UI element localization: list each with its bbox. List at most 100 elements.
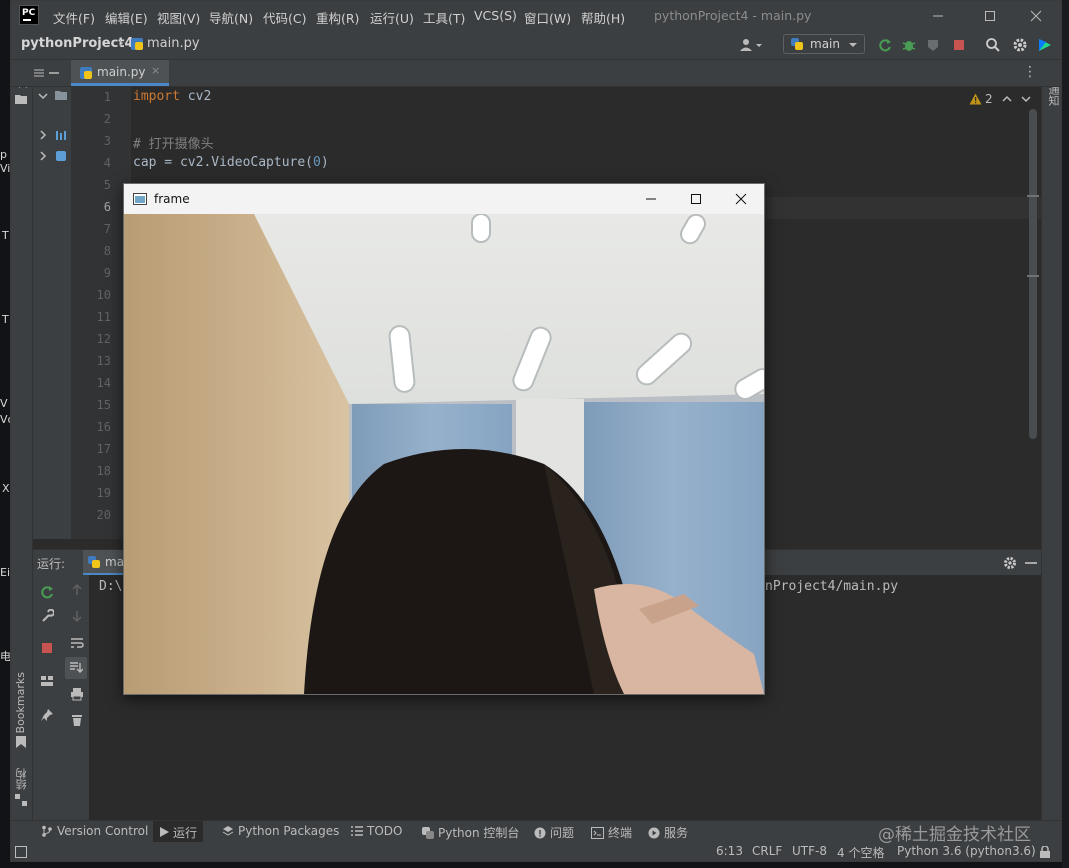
run-config-selector[interactable]: main — [783, 34, 865, 54]
scroll-marker — [1027, 275, 1039, 277]
line-number: 20 — [96, 508, 111, 522]
line-number: 1 — [103, 90, 111, 104]
console-output-start: D:\ — [99, 579, 123, 594]
notifications-tool-label[interactable]: 通知 — [1045, 84, 1061, 106]
menu-window[interactable]: 窗口(W) — [524, 8, 571, 27]
desktop-edge-text: p — [0, 148, 7, 161]
debug-button[interactable] — [901, 37, 917, 53]
line-number: 17 — [96, 442, 111, 456]
rerun-button[interactable] — [877, 37, 893, 53]
menu-lines-icon[interactable] — [34, 68, 44, 78]
minimize-icon — [646, 198, 656, 200]
toggle-tool-windows-icon[interactable] — [15, 846, 27, 858]
python-file-icon — [130, 37, 144, 51]
search-icon — [986, 38, 1000, 52]
menu-code[interactable]: 代码(C) — [263, 8, 306, 27]
menu-vcs[interactable]: VCS(S) — [474, 8, 517, 23]
desktop-edge-text: T — [2, 229, 9, 242]
chevron-right-icon[interactable] — [38, 151, 48, 161]
close-tab-icon[interactable]: × — [151, 64, 160, 77]
tool-problems[interactable]: 问题 — [534, 824, 574, 841]
tool-python-packages[interactable]: Python Packages — [222, 824, 339, 838]
stop-button[interactable] — [951, 37, 967, 53]
caret-position[interactable]: 6:13 — [716, 844, 743, 858]
more-options-icon[interactable]: ⋮ — [1023, 64, 1037, 80]
plugin-logo[interactable] — [1037, 37, 1053, 53]
branch-icon — [42, 825, 52, 837]
scroll-to-end-button[interactable] — [65, 657, 87, 679]
settings-button[interactable] — [1012, 37, 1028, 53]
print-icon[interactable] — [70, 687, 84, 701]
lock-icon[interactable] — [1039, 846, 1051, 858]
chevron-up-icon[interactable] — [1002, 94, 1012, 104]
trash-icon[interactable] — [70, 713, 84, 727]
minimize-button[interactable] — [931, 9, 945, 23]
layout-icon[interactable] — [40, 674, 54, 688]
list-icon — [351, 826, 363, 836]
wrench-icon[interactable] — [40, 609, 54, 623]
arrow-down-icon[interactable] — [70, 609, 84, 623]
menu-file[interactable]: 文件(F) — [53, 8, 95, 27]
vertical-scrollbar[interactable] — [1029, 109, 1037, 439]
close-window-button[interactable] — [1029, 9, 1043, 23]
indent-setting[interactable]: 4 个空格 — [837, 844, 884, 861]
tab-main-py[interactable]: main.py × — [71, 60, 169, 86]
tool-version-control[interactable]: Version Control — [41, 824, 148, 838]
title-bar: PC 文件(F) 编辑(E) 视图(V) 导航(N) 代码(C) 重构(R) 运… — [11, 1, 1061, 31]
file-encoding[interactable]: UTF-8 — [792, 844, 827, 858]
menu-run[interactable]: 运行(U) — [370, 8, 414, 27]
tool-services[interactable]: 服务 — [648, 824, 688, 841]
chevron-down-icon[interactable] — [38, 91, 48, 101]
line-number: 19 — [96, 486, 111, 500]
tool-terminal[interactable]: 终端 — [591, 824, 632, 841]
hide-panel-icon[interactable] — [1025, 557, 1037, 569]
menu-view[interactable]: 视图(V) — [157, 8, 200, 27]
close-icon — [1030, 10, 1042, 22]
status-bar: 6:13 CRLF UTF-8 4 个空格 Python 3.6 (python… — [11, 842, 1061, 861]
line-number: 7 — [103, 222, 111, 236]
tool-python-console[interactable]: Python 控制台 — [422, 824, 519, 841]
tool-run[interactable]: 运行 — [153, 821, 204, 843]
stop-icon[interactable] — [40, 641, 54, 655]
bookmarks-tool-label[interactable]: Bookmarks — [14, 672, 27, 733]
menu-refactor[interactable]: 重构(R) — [316, 8, 359, 27]
menu-navigate[interactable]: 导航(N) — [209, 8, 253, 27]
line-number: 8 — [103, 244, 111, 258]
rerun-icon — [879, 39, 891, 52]
menu-tools[interactable]: 工具(T) — [423, 8, 465, 27]
chevron-down-icon[interactable] — [1021, 94, 1031, 104]
maximize-button[interactable] — [983, 9, 997, 23]
structure-tool-label[interactable]: 结构 — [14, 768, 30, 790]
line-number-gutter: 1 2 3 4 5 6 7 8 9 10 11 12 13 14 15 16 1… — [71, 87, 131, 539]
frame-minimize-button[interactable] — [644, 192, 658, 206]
frame-close-button[interactable] — [734, 192, 748, 206]
menu-help[interactable]: 帮助(H) — [581, 8, 625, 27]
user-account-button[interactable] — [739, 37, 763, 53]
gear-icon[interactable] — [1003, 556, 1017, 570]
line-number: 18 — [96, 464, 111, 478]
line-separator[interactable]: CRLF — [752, 844, 782, 858]
minimize-icon — [933, 15, 943, 17]
python-interpreter[interactable]: Python 3.6 (python3.6) — [897, 844, 1036, 858]
close-icon — [735, 193, 747, 205]
coverage-button[interactable] — [925, 37, 941, 53]
window-app-icon — [133, 193, 147, 205]
desktop-edge-text: Vi — [0, 162, 11, 175]
python-file-icon — [80, 67, 92, 79]
menu-edit[interactable]: 编辑(E) — [105, 8, 148, 27]
search-button[interactable] — [985, 37, 1001, 53]
breadcrumb-project[interactable]: pythonProject4 — [21, 36, 134, 51]
chevron-right-icon[interactable] — [38, 130, 48, 140]
pin-icon[interactable] — [40, 708, 54, 722]
python-icon — [791, 38, 803, 50]
opencv-frame-window[interactable]: frame — [123, 183, 765, 695]
frame-maximize-button[interactable] — [689, 192, 703, 206]
desktop-edge-text: X — [2, 482, 10, 495]
soft-wrap-icon[interactable] — [70, 636, 84, 650]
inspection-widget[interactable]: 2 — [969, 92, 1031, 106]
tool-todo[interactable]: TODO — [351, 824, 402, 838]
breadcrumb-file[interactable]: main.py — [147, 36, 200, 51]
rerun-icon[interactable] — [40, 585, 54, 599]
arrow-up-icon[interactable] — [70, 583, 84, 597]
collapse-icon[interactable] — [49, 68, 59, 78]
